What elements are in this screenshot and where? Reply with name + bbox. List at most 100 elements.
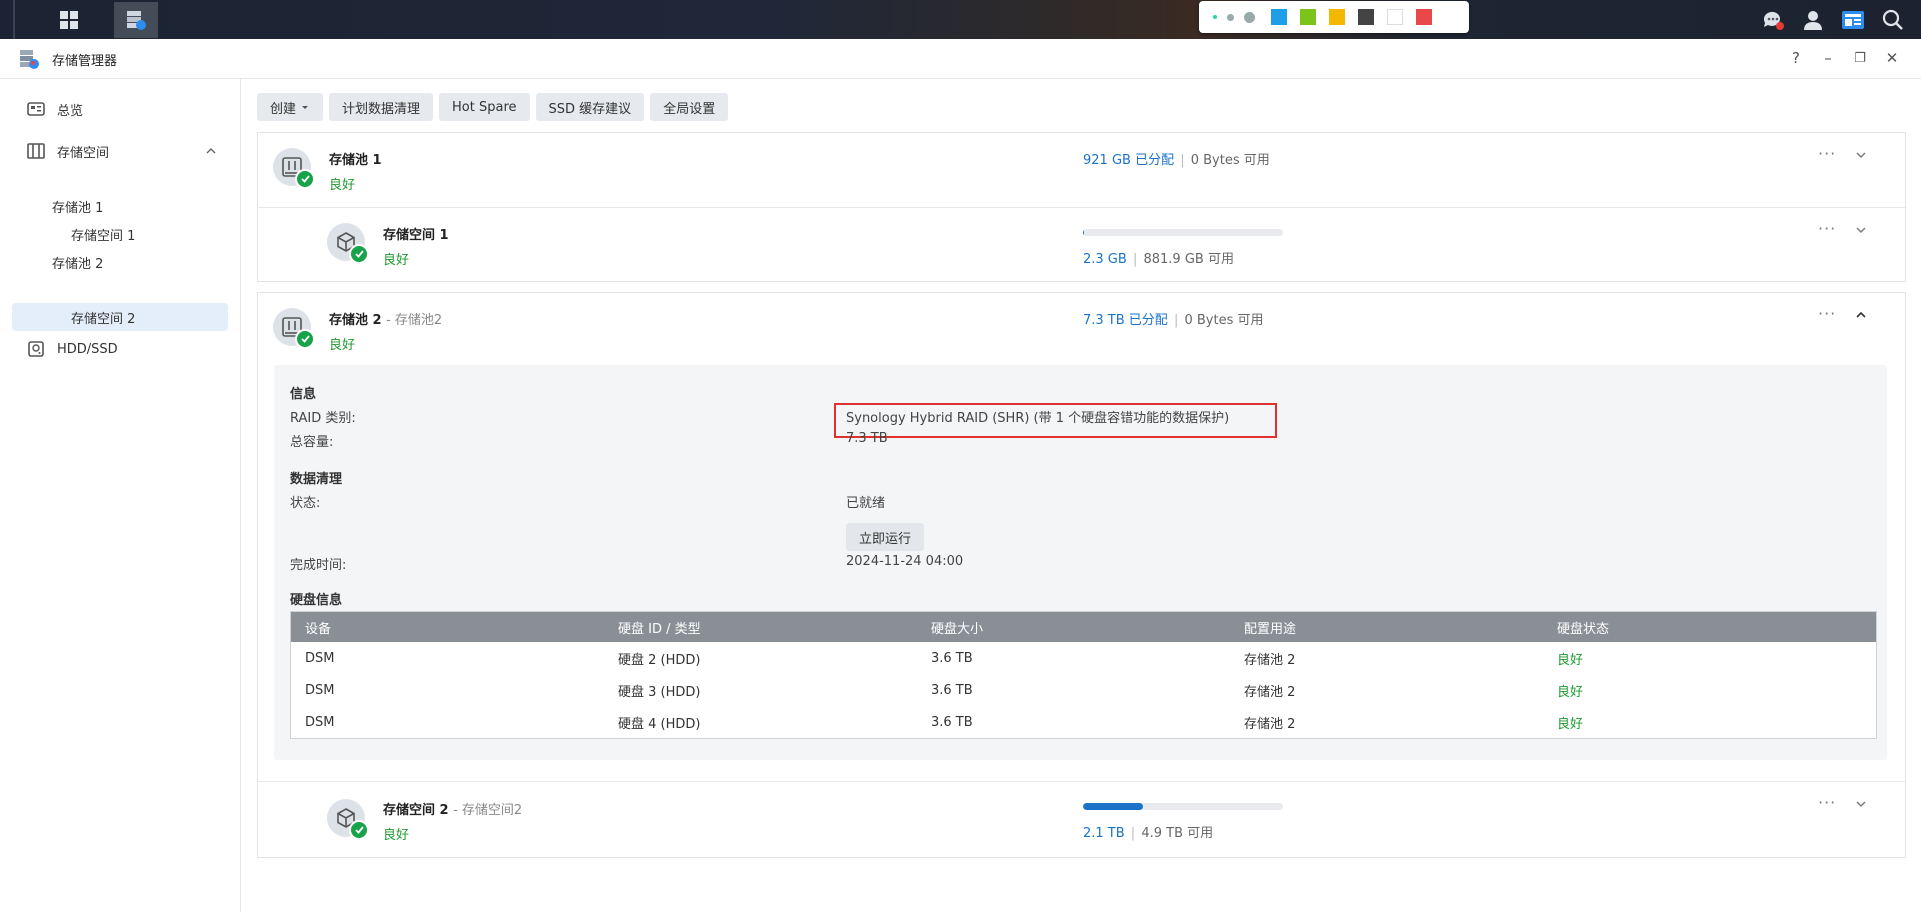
ssd-cache-advisor-button[interactable]: SSD 缓存建议 bbox=[535, 93, 645, 121]
search-button[interactable] bbox=[1873, 0, 1913, 39]
overview-icon bbox=[27, 100, 45, 118]
storage-manager-window: 存储管理器 ? – ❐ ✕ 总览 存储空间 存储池 1 存储空间 1 存储池 2 bbox=[0, 39, 1921, 912]
color-swatch-yellow[interactable] bbox=[1329, 9, 1345, 25]
sidebar-item-hdd-ssd[interactable]: HDD/SSD bbox=[27, 335, 118, 363]
cell-device: DSM bbox=[305, 682, 335, 698]
main-menu-button[interactable] bbox=[47, 2, 91, 38]
cell-status: 良好 bbox=[1557, 684, 1584, 700]
volume1-row[interactable]: 存储空间 1 良好 2.3 GB | 881.9 GB 可用 ··· bbox=[258, 208, 1905, 281]
sidebar-item-storage[interactable]: 存储空间 bbox=[27, 137, 217, 165]
widgets-icon bbox=[1842, 10, 1864, 29]
table-row[interactable]: DSM 硬盘 4 (HDD) 3.6 TB 存储池 2 良好 bbox=[291, 706, 1876, 738]
sidebar-item-pool1-volume1[interactable]: 存储空间 1 bbox=[71, 220, 135, 248]
volume2-available: 4.9 TB 可用 bbox=[1141, 826, 1214, 841]
scrub-time-label: 完成时间: bbox=[290, 558, 347, 573]
more-options-icon[interactable]: ··· bbox=[1818, 304, 1836, 323]
sidebar-item-pool2[interactable]: 存储池 2 bbox=[52, 248, 103, 276]
color-swatch-black[interactable] bbox=[1358, 9, 1374, 25]
disk-table: 设备 硬盘 ID / 类型 硬盘大小 配置用途 硬盘状态 DSM 硬盘 2 (H… bbox=[290, 611, 1877, 739]
column-header-device[interactable]: 设备 bbox=[291, 618, 604, 637]
pool2-allocated: 7.3 TB 已分配 bbox=[1083, 313, 1168, 328]
taskbar-divider bbox=[13, 0, 15, 39]
pool2-usage: 7.3 TB 已分配 | 0 Bytes 可用 bbox=[1083, 313, 1264, 328]
volume2-name: 存储空间 2 bbox=[383, 803, 449, 818]
color-swatch-green[interactable] bbox=[1300, 9, 1316, 25]
column-header-status[interactable]: 硬盘状态 bbox=[1543, 618, 1856, 637]
table-row[interactable]: DSM 硬盘 2 (HDD) 3.6 TB 存储池 2 良好 bbox=[291, 642, 1876, 674]
pool1-available: 0 Bytes 可用 bbox=[1190, 153, 1270, 168]
color-swatch-white[interactable] bbox=[1387, 9, 1403, 25]
storage-manager-taskbar-button[interactable] bbox=[114, 2, 158, 38]
run-now-button[interactable]: 立即运行 bbox=[846, 523, 925, 551]
more-options-icon[interactable]: ··· bbox=[1818, 793, 1836, 812]
scrub-time-value: 2024-11-24 04:00 bbox=[846, 554, 964, 569]
volume2-row[interactable]: 存储空间 2 - 存储空间2 良好 2.1 TB | 4.9 TB 可用 ··· bbox=[258, 782, 1905, 857]
pool2-subname: - 存储池2 bbox=[386, 313, 443, 328]
pool1-name: 存储池 1 bbox=[329, 153, 382, 168]
notification-button[interactable] bbox=[1753, 0, 1793, 39]
chevron-down-icon[interactable] bbox=[1853, 796, 1869, 812]
scrub-schedule-button[interactable]: 计划数据清理 bbox=[329, 93, 434, 121]
chevron-up-icon[interactable] bbox=[1853, 307, 1869, 323]
column-header-usage[interactable]: 配置用途 bbox=[1230, 618, 1543, 637]
user-button[interactable] bbox=[1793, 0, 1833, 39]
color-swatch-red[interactable] bbox=[1416, 9, 1432, 25]
pool-icon bbox=[273, 148, 315, 189]
pool2-name-line: 存储池 2 - 存储池2 bbox=[329, 309, 442, 328]
storage-icon bbox=[27, 142, 45, 160]
sidebar-item-pool2-volume2[interactable]: 存储空间 2 bbox=[12, 303, 228, 331]
storage-manager-icon bbox=[127, 11, 146, 30]
chat-bubble-icon bbox=[1763, 11, 1784, 30]
column-header-size[interactable]: 硬盘大小 bbox=[917, 618, 1230, 637]
window-title: 存储管理器 bbox=[52, 54, 118, 69]
volume1-usage: 2.3 GB | 881.9 GB 可用 bbox=[1083, 252, 1234, 267]
cell-status: 良好 bbox=[1557, 716, 1584, 732]
cell-usage: 存储池 2 bbox=[1244, 716, 1296, 732]
help-button[interactable]: ? bbox=[1784, 47, 1808, 69]
pool1-usage: 921 GB 已分配 | 0 Bytes 可用 bbox=[1083, 153, 1270, 168]
pool2-status: 良好 bbox=[329, 338, 356, 353]
dot-small[interactable] bbox=[1213, 15, 1217, 19]
chevron-down-icon[interactable] bbox=[1853, 147, 1869, 163]
pool2-row[interactable]: 存储池 2 - 存储池2 良好 7.3 TB 已分配 | 0 Bytes 可用 … bbox=[258, 293, 1905, 363]
caret-down-icon bbox=[302, 106, 309, 109]
volume2-subname: - 存储空间2 bbox=[453, 803, 523, 818]
global-settings-button[interactable]: 全局设置 bbox=[650, 93, 729, 121]
main-content: 创建 计划数据清理 Hot Spare SSD 缓存建议 全局设置 存储池 1 … bbox=[241, 79, 1921, 912]
minimize-button[interactable]: – bbox=[1816, 47, 1840, 69]
pool2-name: 存储池 2 bbox=[329, 313, 382, 328]
chevron-up-icon[interactable] bbox=[205, 146, 217, 156]
widgets-button[interactable] bbox=[1833, 0, 1873, 39]
more-options-icon[interactable]: ··· bbox=[1818, 144, 1836, 163]
volume2-usage-fill bbox=[1083, 803, 1143, 810]
pool1-allocated: 921 GB 已分配 bbox=[1083, 153, 1175, 168]
sidebar-item-overview[interactable]: 总览 bbox=[27, 95, 83, 123]
table-row[interactable]: DSM 硬盘 3 (HDD) 3.6 TB 存储池 2 良好 bbox=[291, 674, 1876, 706]
create-button[interactable]: 创建 bbox=[257, 93, 324, 121]
volume1-used: 2.3 GB bbox=[1083, 252, 1127, 267]
taskbar bbox=[0, 0, 1921, 39]
sidebar-item-pool1[interactable]: 存储池 1 bbox=[52, 192, 103, 220]
disk-table-header: 设备 硬盘 ID / 类型 硬盘大小 配置用途 硬盘状态 bbox=[291, 612, 1876, 642]
pool1-row[interactable]: 存储池 1 良好 921 GB 已分配 | 0 Bytes 可用 ··· bbox=[258, 133, 1905, 207]
restore-button[interactable]: ❐ bbox=[1848, 47, 1872, 69]
dot-medium[interactable] bbox=[1227, 13, 1234, 21]
volume1-status: 良好 bbox=[383, 253, 410, 268]
disk-section-title: 硬盘信息 bbox=[290, 593, 343, 608]
pool1-card: 存储池 1 良好 921 GB 已分配 | 0 Bytes 可用 ··· 存储空… bbox=[257, 132, 1906, 282]
column-header-disk-id[interactable]: 硬盘 ID / 类型 bbox=[604, 618, 917, 637]
capacity-value: 7.3 TB bbox=[846, 431, 888, 446]
scrub-status-value: 已就绪 bbox=[846, 496, 886, 511]
more-options-icon[interactable]: ··· bbox=[1818, 219, 1836, 238]
cell-disk-id: 硬盘 2 (HDD) bbox=[618, 652, 701, 668]
hot-spare-button[interactable]: Hot Spare bbox=[439, 93, 530, 121]
cell-size: 3.6 TB bbox=[931, 682, 973, 698]
dot-large[interactable] bbox=[1244, 11, 1255, 23]
check-icon bbox=[349, 820, 369, 840]
search-icon bbox=[1882, 9, 1903, 30]
chevron-down-icon[interactable] bbox=[1853, 222, 1869, 238]
color-swatch-blue[interactable] bbox=[1271, 9, 1287, 25]
close-button[interactable]: ✕ bbox=[1880, 47, 1904, 69]
pool-icon bbox=[273, 308, 315, 349]
volume2-status: 良好 bbox=[383, 828, 410, 843]
